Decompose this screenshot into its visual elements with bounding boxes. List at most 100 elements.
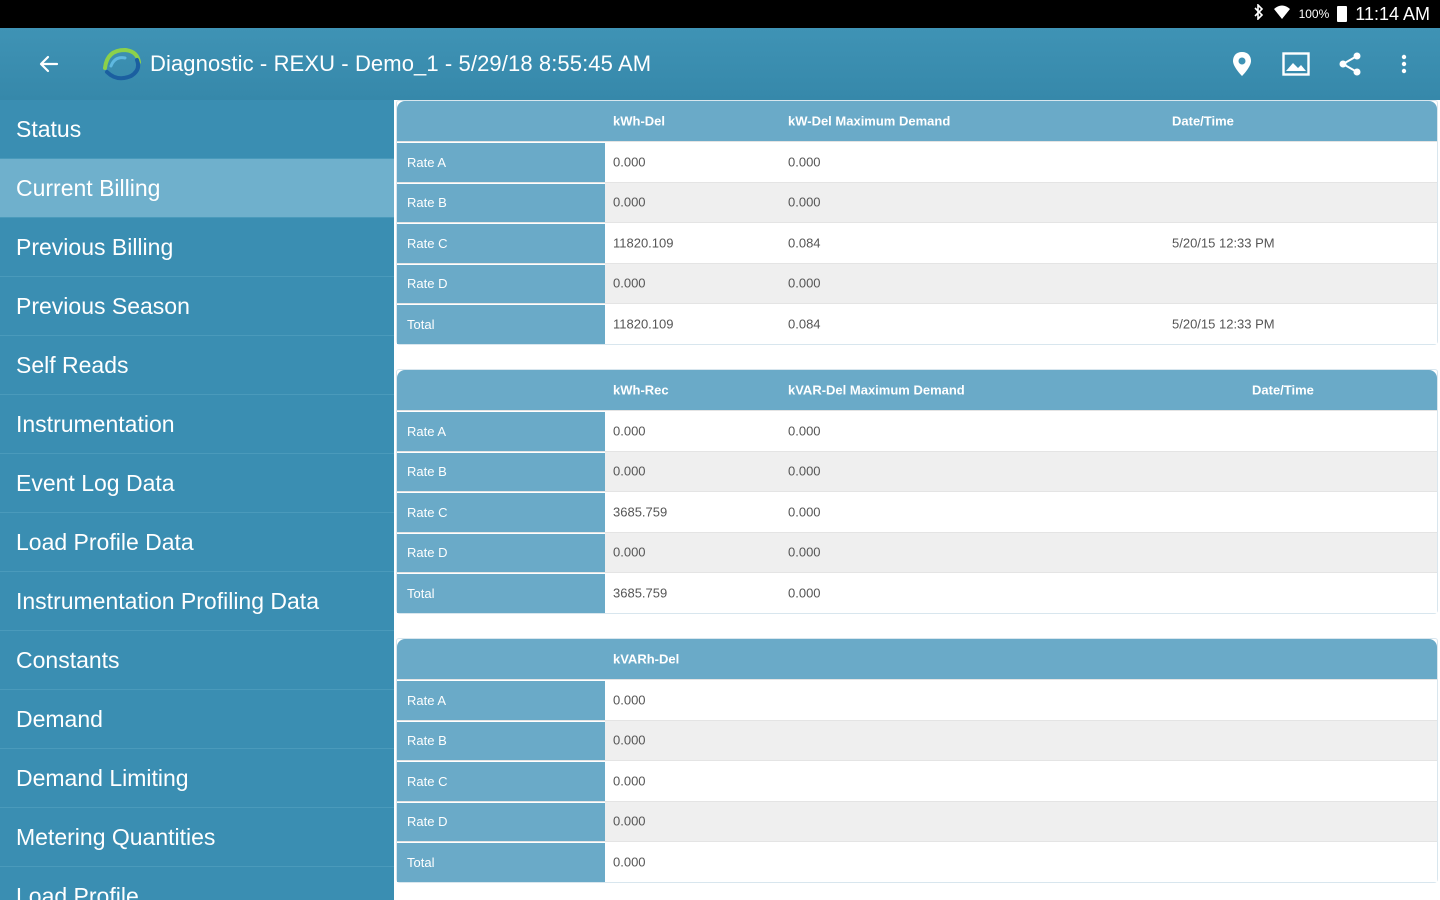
table-header: kWh-Rec kVAR-Del Maximum Demand Date/Tim… [397,370,1437,410]
table-cell: 0.000 [788,194,821,210]
sidebar-item-metering-quantities[interactable]: Metering Quantities [0,808,394,867]
table-row: Rate D 0.000 [397,800,1437,841]
row-label: Rate B [397,182,605,222]
row-label: Rate D [397,263,605,303]
sidebar-item-current-billing[interactable]: Current Billing [0,159,394,218]
table-cell: 0.000 [613,692,646,708]
table-cell: 0.000 [613,854,646,870]
page-title: Diagnostic - REXU - Demo_1 - 5/29/18 8:5… [150,51,652,76]
sidebar-item-constants[interactable]: Constants [0,631,394,690]
share-button[interactable] [1328,42,1372,86]
sidebar-item-instrumentation[interactable]: Instrumentation [0,395,394,454]
table-cell: 11820.109 [613,235,674,251]
sidebar-item-self-reads[interactable]: Self Reads [0,336,394,395]
app-bar-actions [1220,42,1426,86]
column-header: kW-Del Maximum Demand [788,113,951,129]
overflow-menu-button[interactable] [1382,42,1426,86]
image-button[interactable] [1274,42,1318,86]
sidebar-item-load-profile[interactable]: Load Profile [0,867,394,900]
column-header: kVAR-Del Maximum Demand [788,382,965,398]
billing-content[interactable]: kWh-Del kW-Del Maximum Demand Date/Time … [394,100,1440,900]
row-label: Rate B [397,720,605,760]
table-row-total: Total 3685.759 0.000 [397,572,1437,613]
column-header: Date/Time [1252,382,1314,398]
billing-table: kVARh-Del Rate A 0.000 Rate B 0.000 Rate… [396,638,1438,883]
battery-icon [1337,6,1348,22]
table-cell: 5/20/15 12:33 PM [1172,235,1275,251]
table-cell: 0.000 [613,423,646,439]
table-cell: 11820.109 [613,316,674,332]
column-header: Date/Time [1172,113,1234,129]
table-row: Rate B 0.000 [397,719,1437,760]
column-header: kWh-Rec [613,382,669,398]
table-row: Rate B 0.000 0.000 [397,181,1437,222]
table-cell: 3685.759 [613,504,668,520]
billing-table: kWh-Del kW-Del Maximum Demand Date/Time … [396,100,1438,345]
table-row: Rate C 3685.759 0.000 [397,491,1437,532]
sidebar-item-demand-limiting[interactable]: Demand Limiting [0,749,394,808]
row-label: Rate C [397,761,605,801]
share-icon [1339,52,1361,76]
battery-percent: 100% [1298,7,1330,21]
table-cell: 5/20/15 12:33 PM [1172,316,1275,332]
table-row: Rate A 0.000 [397,679,1437,720]
table-cell: 0.000 [788,463,821,479]
location-button[interactable] [1220,42,1264,86]
table-cell: 0.000 [613,194,646,210]
table-cell: 0.000 [788,423,821,439]
table-cell: 0.000 [613,813,646,829]
sidebar-item-previous-season[interactable]: Previous Season [0,277,394,336]
table-cell: 0.000 [613,773,646,789]
location-pin-icon [1233,52,1251,76]
table-row-total: Total 0.000 [397,841,1437,882]
back-button[interactable] [24,39,74,89]
row-label: Rate D [397,801,605,841]
table-header: kVARh-Del [397,639,1437,679]
row-label: Total [397,304,605,344]
table-cell: 0.000 [613,463,646,479]
app-bar: Diagnostic - REXU - Demo_1 - 5/29/18 8:5… [0,28,1440,100]
row-label: Rate C [397,492,605,532]
sidebar-item-event-log-data[interactable]: Event Log Data [0,454,394,513]
table-cell: 0.000 [613,275,646,291]
sidebar-item-status[interactable]: Status [0,100,394,159]
table-cell: 0.000 [613,154,646,170]
row-label: Rate A [397,411,605,451]
table-cell: 0.084 [788,235,821,251]
table-cell: 0.000 [613,732,646,748]
table-cell: 0.084 [788,316,821,332]
sidebar-item-instrumentation-profiling-data[interactable]: Instrumentation Profiling Data [0,572,394,631]
column-header: kVARh-Del [613,651,680,667]
table-header: kWh-Del kW-Del Maximum Demand Date/Time [397,101,1437,141]
row-label: Total [397,842,605,882]
clock: 11:14 AM [1355,3,1430,24]
logo-icon [103,47,141,81]
sidebar: Status Current Billing Previous Billing … [0,100,394,900]
sidebar-item-previous-billing[interactable]: Previous Billing [0,218,394,277]
table-row: Rate D 0.000 0.000 [397,262,1437,303]
row-label: Rate B [397,451,605,491]
sidebar-item-demand[interactable]: Demand [0,690,394,749]
bluetooth-icon [1253,2,1265,25]
app-logo [96,40,144,88]
table-cell: 0.000 [788,585,821,601]
row-label: Rate C [397,223,605,263]
table-row: Rate D 0.000 0.000 [397,531,1437,572]
table-cell: 0.000 [788,544,821,560]
sidebar-item-load-profile-data[interactable]: Load Profile Data [0,513,394,572]
row-label: Rate D [397,532,605,572]
row-label: Total [397,573,605,613]
table-row: Rate C 0.000 [397,760,1437,801]
table-row: Rate C 11820.109 0.084 5/20/15 12:33 PM [397,222,1437,263]
status-bar: 100% 11:14 AM [0,0,1440,28]
table-row: Rate A 0.000 0.000 [397,141,1437,182]
table-cell: 0.000 [788,154,821,170]
image-icon [1282,52,1310,76]
column-header: kWh-Del [613,113,665,129]
wifi-icon [1273,4,1291,25]
table-row: Rate B 0.000 0.000 [397,450,1437,491]
row-label: Rate A [397,142,605,182]
table-row: Rate A 0.000 0.000 [397,410,1437,451]
table-cell: 0.000 [613,544,646,560]
table-cell: 0.000 [788,504,821,520]
